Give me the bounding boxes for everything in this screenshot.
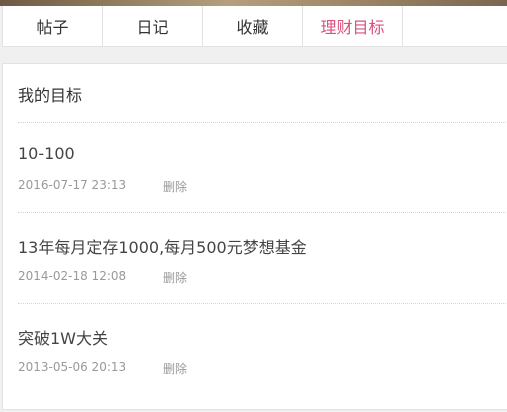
tab-posts[interactable]: 帖子 <box>3 6 103 46</box>
divider <box>18 122 507 123</box>
tab-bar: 帖子 日记 收藏 理财目标 <box>2 6 507 47</box>
goal-date: 2014-02-18 12:08 <box>18 269 127 283</box>
tab-diary[interactable]: 日记 <box>103 6 203 46</box>
divider <box>18 212 507 213</box>
delete-button[interactable]: 删除 <box>163 269 187 286</box>
divider <box>18 303 507 304</box>
goal-title[interactable]: 10-100 <box>18 144 75 163</box>
panel-title: 我的目标 <box>18 86 83 105</box>
goal-date: 2016-07-17 23:13 <box>18 178 127 192</box>
goal-title[interactable]: 突破1W大关 <box>18 325 108 349</box>
tab-finance-goals[interactable]: 理财目标 <box>303 6 403 46</box>
delete-button[interactable]: 删除 <box>163 360 187 377</box>
goals-panel: 我的目标 10-100 2016-07-17 23:13 删除 13年每月定存1… <box>2 63 507 410</box>
tab-favorites[interactable]: 收藏 <box>203 6 303 46</box>
goal-date: 2013-05-06 20:13 <box>18 360 127 374</box>
delete-button[interactable]: 删除 <box>163 178 187 195</box>
goal-title[interactable]: 13年每月定存1000,每月500元梦想基金 <box>18 234 307 258</box>
